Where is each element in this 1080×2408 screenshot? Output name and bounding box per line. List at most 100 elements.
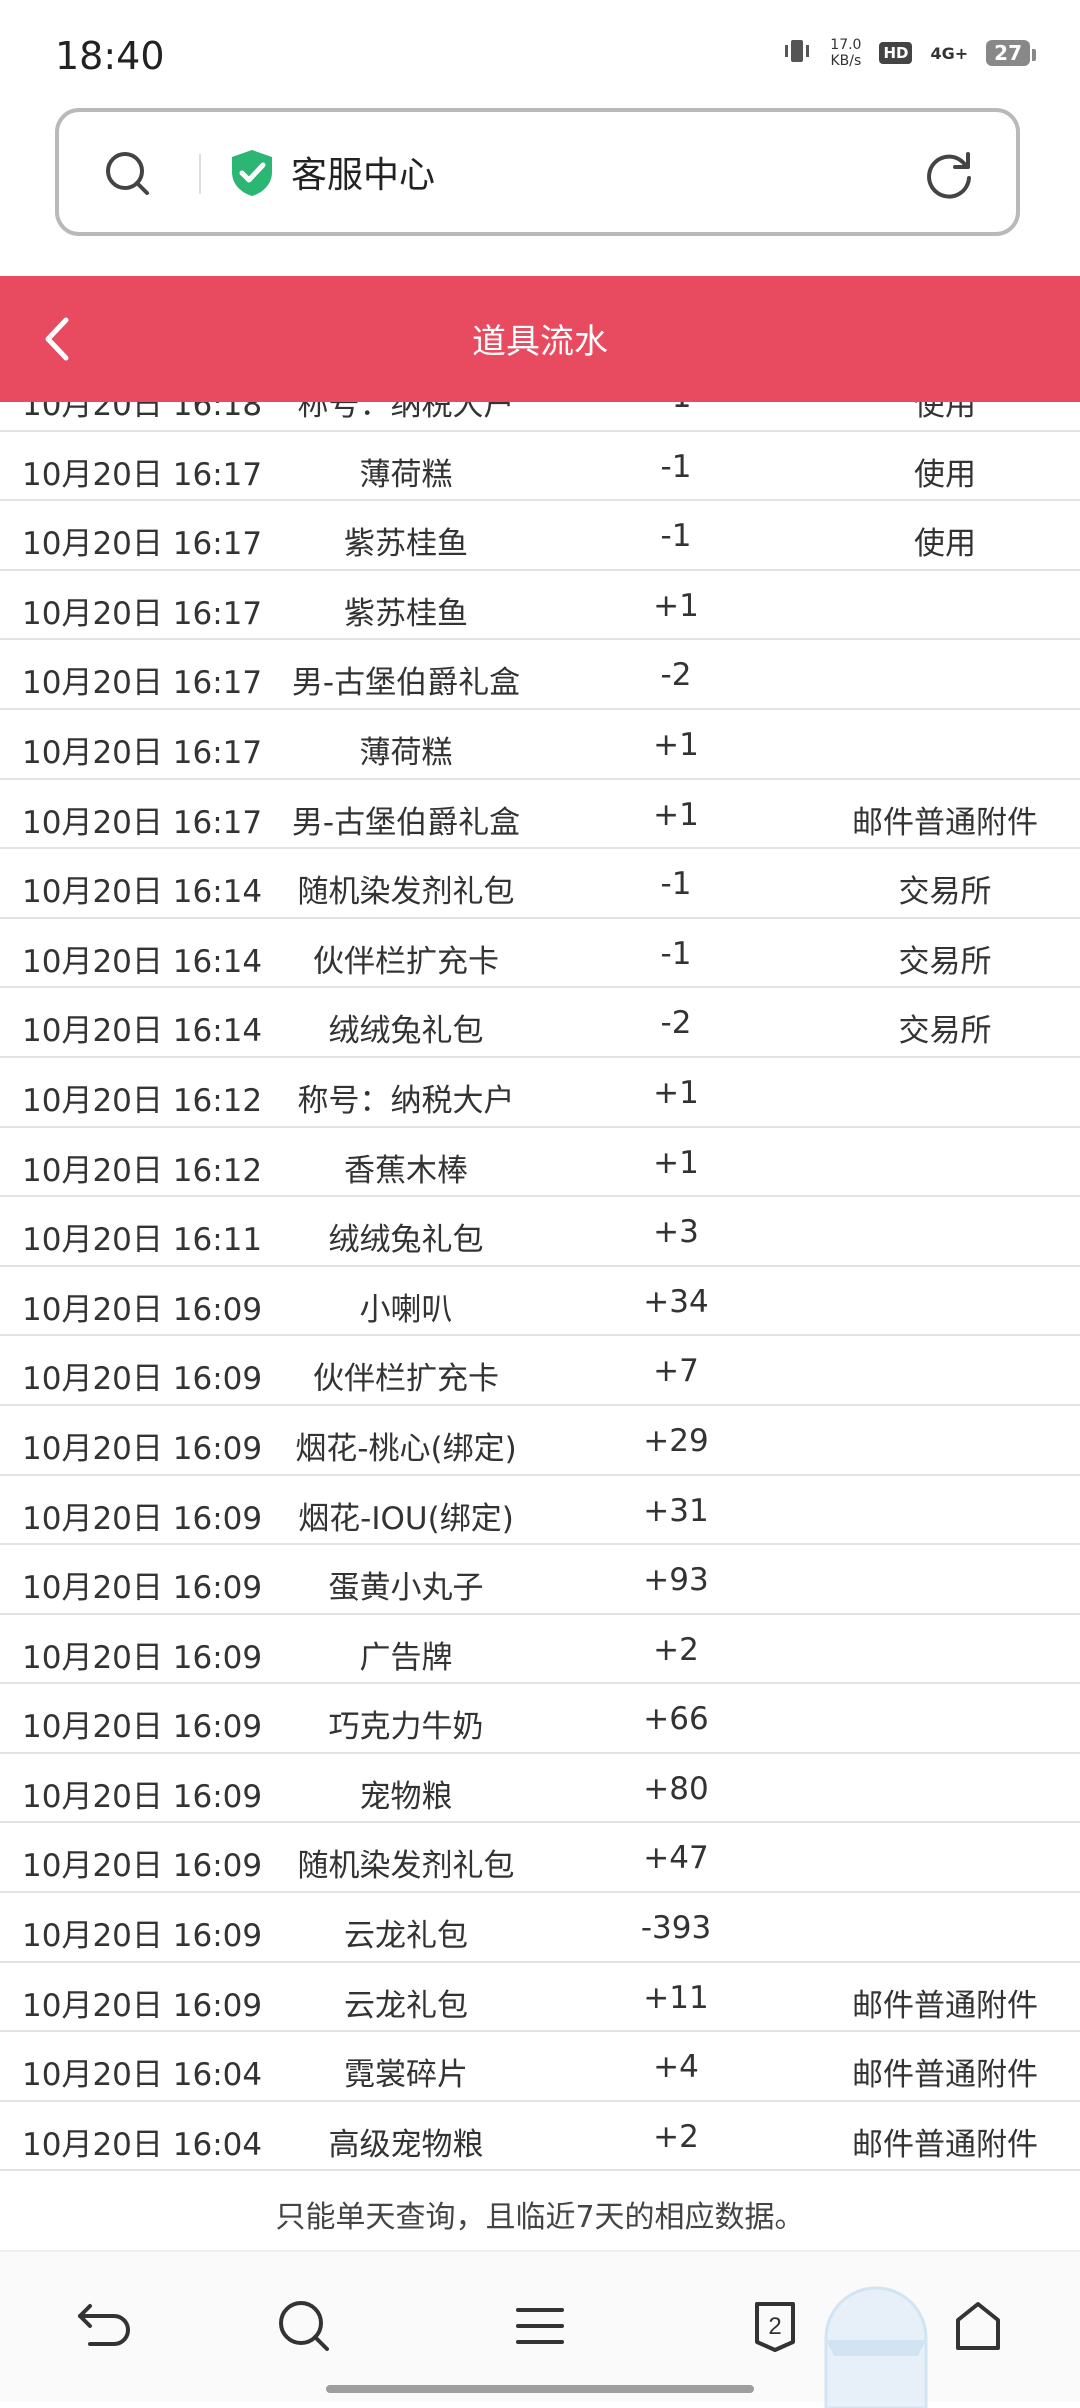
row-item-name: 称号：纳税大户 <box>297 1082 515 1119</box>
row-item-name: 男-古堡伯爵礼盒 <box>291 804 521 841</box>
row-item-name: 称号：纳税大户 <box>297 402 515 423</box>
vibrate-icon <box>782 36 812 70</box>
back-icon[interactable] <box>70 2296 130 2356</box>
status-time: 18:40 <box>55 34 165 78</box>
row-item-name: 云龙礼包 <box>344 1918 468 1955</box>
row-time: 10月20日 16:12 <box>22 1082 263 1119</box>
row-quantity: +11 <box>643 1979 709 2016</box>
row-quantity: +1 <box>653 587 699 624</box>
row-item-name: 广告牌 <box>359 1639 453 1676</box>
row-time: 10月20日 16:09 <box>22 1291 263 1328</box>
row-quantity: +7 <box>653 1353 699 1390</box>
row-time: 10月20日 16:09 <box>22 1709 263 1746</box>
row-time: 10月20日 16:09 <box>22 1778 263 1815</box>
row-time: 10月20日 16:09 <box>22 1570 263 1607</box>
row-item-name: 男-古堡伯爵礼盒 <box>291 665 521 702</box>
row-quantity: +31 <box>643 1492 709 1529</box>
search-icon[interactable] <box>274 2296 334 2356</box>
row-quantity: +4 <box>653 2049 699 2086</box>
row-item-name: 高级宠物粮 <box>328 2126 484 2163</box>
row-quantity: -2 <box>660 657 692 694</box>
row-item-name: 伙伴栏扩充卡 <box>313 943 499 980</box>
home-icon[interactable] <box>948 2296 1008 2356</box>
table-row: 10月20日 16:11 绒绒兔礼包 +3 <box>0 1197 1080 1267</box>
battery-icon: 27 <box>986 40 1036 66</box>
row-time: 10月20日 16:17 <box>22 734 263 771</box>
row-quantity: +1 <box>653 796 699 833</box>
table-row: 10月20日 16:09 随机染发剂礼包 +47 <box>0 1823 1080 1894</box>
row-source: 邮件普通附件 <box>852 804 1038 841</box>
row-time: 10月20日 16:17 <box>22 456 263 493</box>
table-row: 10月20日 16:09 广告牌 +2 <box>0 1615 1080 1685</box>
row-time: 10月20日 16:17 <box>22 595 263 632</box>
table-row: 10月20日 16:17 薄荷糕 +1 <box>0 710 1080 780</box>
tabs-icon: 2 <box>755 2302 795 2352</box>
row-quantity: -1 <box>660 448 692 485</box>
row-quantity: +66 <box>643 1701 709 1738</box>
row-source: 使用 <box>914 526 976 563</box>
hd-icon: HD <box>879 42 913 64</box>
table-row: 10月20日 16:04 高级宠物粮 +2 邮件普通附件 <box>0 2102 1080 2172</box>
row-quantity: +2 <box>653 2118 699 2155</box>
row-time: 10月20日 16:17 <box>22 804 263 841</box>
row-item-name: 蛋黄小丸子 <box>328 1570 484 1607</box>
row-time: 10月20日 16:14 <box>22 1013 263 1050</box>
row-quantity: +47 <box>643 1840 709 1877</box>
search-icon[interactable] <box>104 150 150 196</box>
table-row: 10月20日 16:09 蛋黄小丸子 +93 <box>0 1545 1080 1615</box>
table-row: 10月20日 16:04 霓裳碎片 +4 邮件普通附件 <box>0 2032 1080 2102</box>
home-indicator[interactable] <box>326 2385 754 2393</box>
row-source: 邮件普通附件 <box>852 2057 1038 2094</box>
table-row: 10月20日 16:14 绒绒兔礼包 -2 交易所 <box>0 988 1080 1058</box>
row-time: 10月20日 16:09 <box>22 1639 263 1676</box>
row-time: 10月20日 16:17 <box>22 665 263 702</box>
row-source: 使用 <box>914 402 976 423</box>
row-item-name: 紫苏桂鱼 <box>344 526 468 563</box>
table-row: 10月20日 16:09 烟花-IOU(绑定) +31 <box>0 1476 1080 1546</box>
table-row: 10月20日 16:17 男-古堡伯爵礼盒 +1 邮件普通附件 <box>0 780 1080 850</box>
row-time: 10月20日 16:14 <box>22 943 263 980</box>
row-quantity: -1 <box>660 518 692 555</box>
row-item-name: 霓裳碎片 <box>344 2057 468 2094</box>
table-row: 10月20日 16:14 随机染发剂礼包 -1 交易所 <box>0 849 1080 919</box>
item-log-table[interactable]: 10月20日 16:18 称号：纳税大户 -1 使用 10月20日 16:17 薄荷糕 -1… <box>0 402 1080 2178</box>
table-row: 10月20日 16:14 伙伴栏扩充卡 -1 交易所 <box>0 919 1080 989</box>
row-time: 10月20日 16:09 <box>22 1848 263 1885</box>
row-source: 邮件普通附件 <box>852 2126 1038 2163</box>
row-quantity: +1 <box>653 1074 699 1111</box>
tabs-button[interactable]: 2 <box>745 2296 805 2356</box>
row-time: 10月20日 16:11 <box>22 1222 263 1259</box>
table-row: 10月20日 16:17 紫苏桂鱼 -1 使用 <box>0 501 1080 571</box>
row-time: 10月20日 16:09 <box>22 1430 263 1467</box>
row-quantity: -1 <box>616 402 736 415</box>
refresh-icon[interactable] <box>922 148 976 202</box>
row-quantity: +3 <box>653 1214 699 1251</box>
row-quantity: +93 <box>643 1562 709 1599</box>
table-row: 10月20日 16:09 烟花-桃心(绑定) +29 <box>0 1406 1080 1476</box>
status-bar: 18:40 17.0 KB/s HD 4G+ 27 <box>0 0 1080 110</box>
row-source: 使用 <box>914 456 976 493</box>
floating-mascot-icon[interactable] <box>806 2278 946 2408</box>
table-row: 10月20日 16:17 男-古堡伯爵礼盒 -2 <box>0 640 1080 710</box>
row-time: 10月20日 16:04 <box>22 2057 263 2094</box>
table-row: 10月20日 16:18 称号：纳税大户 -1 使用 <box>0 402 1080 432</box>
row-item-name: 绒绒兔礼包 <box>328 1013 484 1050</box>
page-address-title[interactable]: 客服中心 <box>291 146 435 198</box>
row-time: 10月20日 16:09 <box>22 1361 263 1398</box>
row-item-name: 随机染发剂礼包 <box>297 874 515 911</box>
table-row: 10月20日 16:12 称号：纳税大户 +1 <box>0 1058 1080 1128</box>
row-quantity: -2 <box>660 1005 692 1042</box>
row-time: 10月20日 16:18 <box>22 402 263 423</box>
table-row: 10月20日 16:09 云龙礼包 -393 <box>0 1893 1080 1963</box>
row-item-name: 小喇叭 <box>359 1291 453 1328</box>
row-time: 10月20日 16:04 <box>22 2126 263 2163</box>
row-source: 交易所 <box>898 874 992 911</box>
menu-icon[interactable] <box>510 2296 570 2356</box>
row-quantity: -1 <box>660 866 692 903</box>
table-row: 10月20日 16:17 紫苏桂鱼 +1 <box>0 571 1080 641</box>
row-quantity: +1 <box>653 1144 699 1181</box>
row-item-name: 巧克力牛奶 <box>328 1709 484 1746</box>
row-time: 10月20日 16:09 <box>22 1918 263 1955</box>
address-bar[interactable]: 客服中心 <box>55 108 1020 236</box>
svg-text:2: 2 <box>768 2313 781 2340</box>
